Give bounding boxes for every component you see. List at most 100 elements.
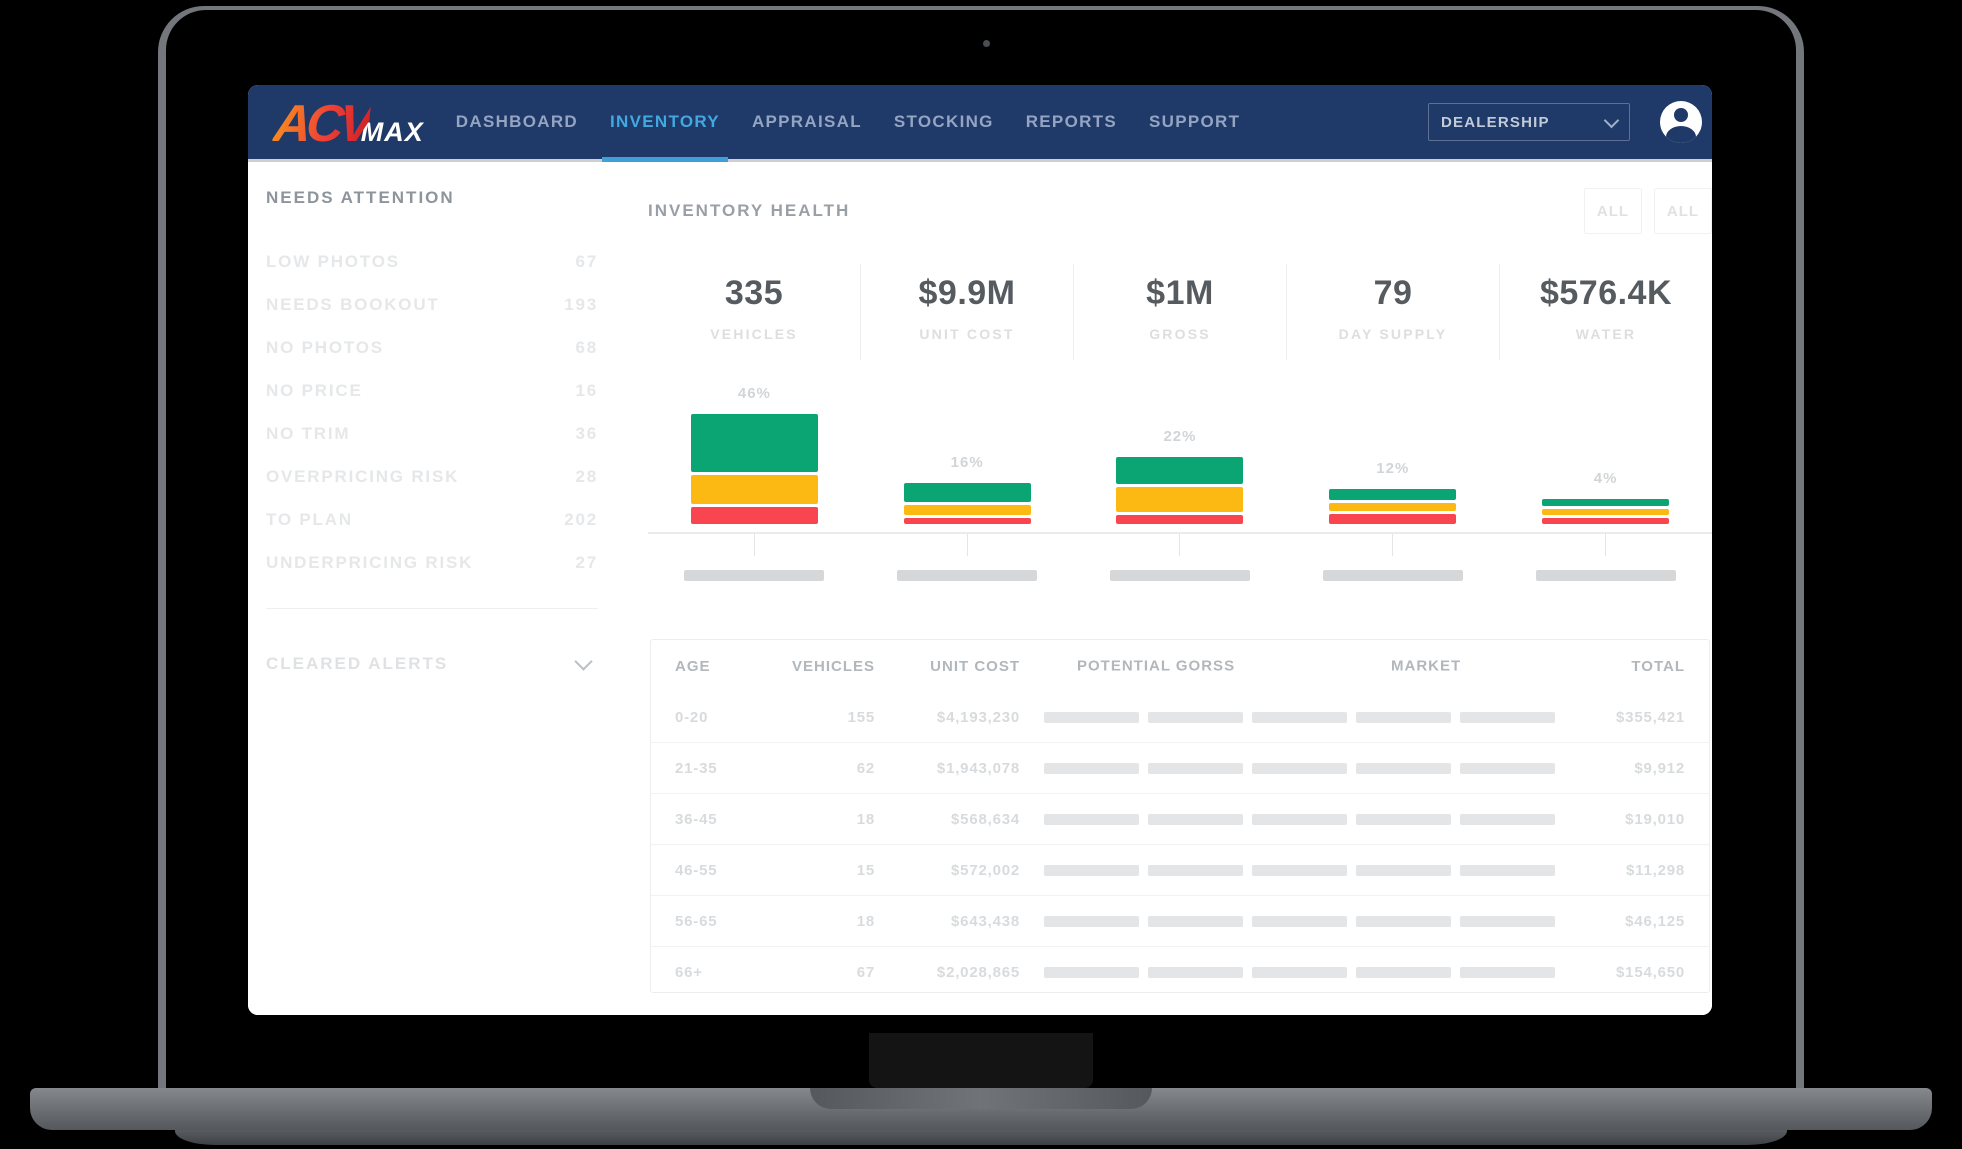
table-body: 0-20155$4,193,230$355,42121-3562$1,943,0… <box>651 692 1709 993</box>
cell-unit-cost: $1,943,078 <box>875 760 1020 777</box>
cell-vehicles: 18 <box>765 913 875 930</box>
sidebar-item-to-plan[interactable]: TO PLAN202 <box>266 498 598 541</box>
stat-gross: $1M GROSS <box>1073 264 1286 360</box>
laptop-base-notch <box>810 1088 1152 1109</box>
cell-age: 46-55 <box>675 862 765 879</box>
cell-bars-zone <box>1044 794 1555 844</box>
stacked-bar[interactable] <box>1116 457 1243 524</box>
logo-acv-text: ACV <box>272 103 371 145</box>
redacted-value-bar <box>1356 814 1451 825</box>
cell-age: 36-45 <box>675 811 765 828</box>
main-panel: INVENTORY HEALTH ALLALL 335VEHICLES$9.9M… <box>648 162 1712 993</box>
needs-attention-title: NEEDS ATTENTION <box>266 188 598 208</box>
table-row-age-21-35[interactable]: 21-3562$1,943,078$9,912 <box>651 742 1709 793</box>
chart-ticks <box>648 534 1712 560</box>
redacted-value-bar <box>1148 865 1243 876</box>
sidebar-item-underpricing-risk[interactable]: UNDERPRICING RISK27 <box>266 541 598 584</box>
chart-tick <box>967 534 968 556</box>
redacted-value-bar <box>1356 712 1451 723</box>
chart-tick-col <box>1286 534 1499 560</box>
bar-segment-risk <box>904 518 1031 524</box>
col-header-potential-gorss: POTENTIAL GORSS <box>1077 658 1235 675</box>
table-row-age-36-45[interactable]: 36-4518$568,634$19,010 <box>651 793 1709 844</box>
stat-day-supply: 79DAY SUPPLY <box>1286 264 1499 360</box>
stacked-bar[interactable] <box>1329 489 1456 524</box>
redacted-value-bar <box>1356 967 1451 978</box>
bar-segment-healthy <box>1329 489 1456 500</box>
redacted-value-bar <box>1252 814 1347 825</box>
sidebar-item-label: UNDERPRICING RISK <box>266 553 473 573</box>
nav-item-dashboard[interactable]: DASHBOARD <box>440 85 594 159</box>
bar-percent-label: 22% <box>1074 428 1287 445</box>
table-row-age-0-20[interactable]: 0-20155$4,193,230$355,421 <box>651 692 1709 742</box>
cell-unit-cost: $643,438 <box>875 913 1020 930</box>
cleared-alerts-toggle[interactable]: CLEARED ALERTS <box>266 653 598 675</box>
stacked-bar[interactable] <box>691 414 818 524</box>
redacted-value-bar <box>1148 967 1243 978</box>
redacted-value-bar <box>1044 712 1139 723</box>
main-header: INVENTORY HEALTH ALLALL <box>648 188 1712 234</box>
nav-menu: DASHBOARDINVENTORYAPPRAISALSTOCKINGREPOR… <box>440 85 1256 159</box>
dealership-dropdown[interactable]: DEALERSHIP <box>1428 103 1630 141</box>
filter-all-button-1[interactable]: ALL <box>1584 188 1642 234</box>
table-row-age-66plus[interactable]: 66+67$2,028,865$154,650 <box>651 946 1709 993</box>
nav-item-inventory[interactable]: INVENTORY <box>594 85 736 159</box>
cell-bars-zone <box>1044 743 1555 793</box>
filter-buttons: ALL ALL <box>1584 188 1712 234</box>
chart-xlabel-col <box>1074 570 1287 581</box>
col-header-market: MARKET <box>1391 658 1461 675</box>
sidebar-item-label: NO PHOTOS <box>266 338 384 358</box>
sidebar-item-label: NEEDS BOOKOUT <box>266 295 440 315</box>
redacted-value-bar <box>1148 916 1243 927</box>
sidebar-item-no-price[interactable]: NO PRICE16 <box>266 369 598 412</box>
chart-xlabel-col <box>648 570 861 581</box>
nav-item-stocking[interactable]: STOCKING <box>878 85 1010 159</box>
stat-value: 335 <box>648 274 860 313</box>
user-avatar[interactable] <box>1660 101 1702 143</box>
stat-value: $1M <box>1074 274 1286 313</box>
chart-xlabel-placeholders <box>648 570 1712 581</box>
sidebar-item-label: TO PLAN <box>266 510 353 530</box>
bar-percent-label: 12% <box>1286 460 1499 477</box>
nav-item-reports[interactable]: REPORTS <box>1010 85 1133 159</box>
nav-item-support[interactable]: SUPPORT <box>1133 85 1256 159</box>
sidebar-item-overpricing-risk[interactable]: OVERPRICING RISK28 <box>266 455 598 498</box>
sidebar-item-count: 68 <box>575 338 598 358</box>
redacted-value-bar <box>1252 916 1347 927</box>
stacked-bar[interactable] <box>1542 499 1669 524</box>
redacted-value-bar <box>1044 814 1139 825</box>
sidebar-item-needs-bookout[interactable]: NEEDS BOOKOUT193 <box>266 283 598 326</box>
user-icon-body <box>1666 126 1696 143</box>
bar-percent-label: 4% <box>1499 470 1712 487</box>
sidebar-item-low-photos[interactable]: LOW PHOTOS67 <box>266 240 598 283</box>
laptop-base-lip <box>175 1130 1787 1145</box>
acvmax-logo[interactable]: ACV MAX <box>274 85 424 159</box>
sidebar-item-label: OVERPRICING RISK <box>266 467 459 487</box>
stat-label: VEHICLES <box>648 326 860 342</box>
cell-vehicles: 155 <box>765 709 875 726</box>
cell-total: $46,125 <box>1555 913 1685 930</box>
table-row-age-46-55[interactable]: 46-5515$572,002$11,298 <box>651 844 1709 895</box>
redacted-value-bar <box>1252 865 1347 876</box>
bar-segment-warning <box>691 475 818 504</box>
stacked-bar[interactable] <box>904 483 1031 524</box>
table-row-age-56-65[interactable]: 56-6518$643,438$46,125 <box>651 895 1709 946</box>
cell-vehicles: 15 <box>765 862 875 879</box>
laptop-hinge <box>869 1033 1093 1088</box>
sidebar-item-no-trim[interactable]: NO TRIM36 <box>266 412 598 455</box>
stat-label: GROSS <box>1074 326 1286 342</box>
stats-row: 335VEHICLES$9.9MUNIT COST$1MGROSS79DAY S… <box>648 264 1712 360</box>
sidebar-item-label: NO TRIM <box>266 424 350 444</box>
redacted-value-bar <box>1356 916 1451 927</box>
filter-all-button-2[interactable]: ALL <box>1654 188 1712 234</box>
nav-item-appraisal[interactable]: APPRAISAL <box>736 85 878 159</box>
stat-vehicles: 335 VEHICLES <box>648 264 860 360</box>
user-icon <box>1674 108 1688 122</box>
sidebar-item-no-photos[interactable]: NO PHOTOS 68 <box>266 326 598 369</box>
cell-bars-zone <box>1044 947 1555 993</box>
cleared-alerts-label: CLEARED ALERTS <box>266 654 448 674</box>
stat-label: WATER <box>1500 326 1712 342</box>
logo-max-text: MAX <box>361 120 424 145</box>
chart-bar-group-5: 4% <box>1499 364 1712 524</box>
chart-bars: 46%16%22%12%4% <box>648 364 1712 524</box>
